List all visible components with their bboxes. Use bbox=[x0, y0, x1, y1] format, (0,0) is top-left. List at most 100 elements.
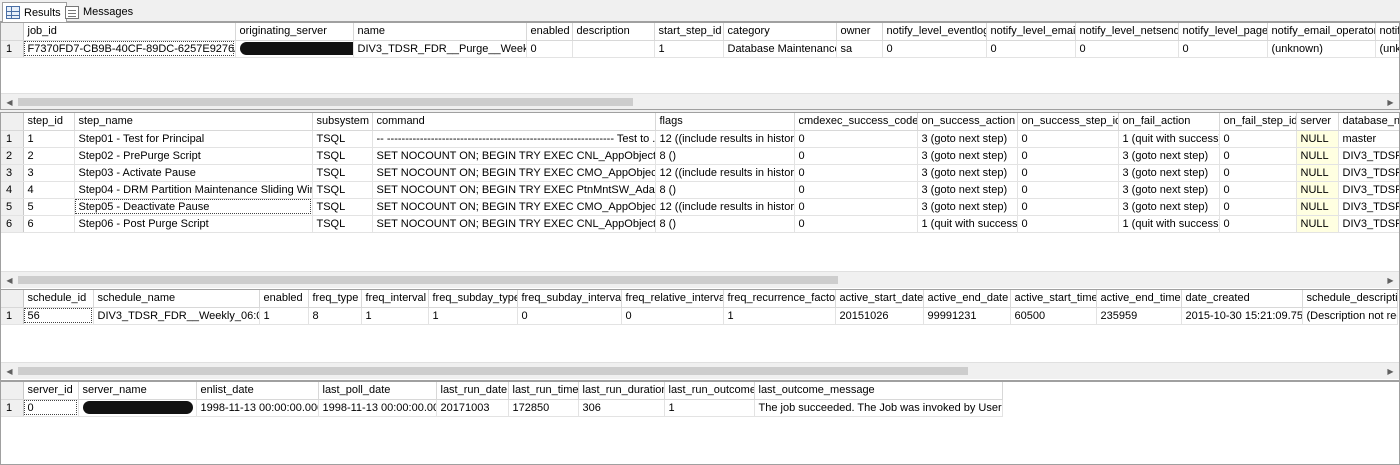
table-cell[interactable]: NULL bbox=[1296, 198, 1339, 216]
table-cell[interactable]: 56 bbox=[23, 307, 94, 325]
table-cell[interactable]: 8 bbox=[308, 307, 362, 325]
table-cell[interactable]: 1 (quit with success) bbox=[917, 215, 1018, 233]
scroll-thumb[interactable] bbox=[18, 367, 968, 375]
table-cell[interactable]: 1 bbox=[723, 307, 836, 325]
table-cell[interactable]: 99991231 bbox=[923, 307, 1011, 325]
column-header[interactable]: enabled bbox=[526, 23, 573, 41]
tab-results[interactable]: Results bbox=[2, 2, 67, 23]
job-steps-grid[interactable]: step_id step_name subsystem command flags cmd… bbox=[0, 112, 1400, 314]
table-row[interactable]: 3 3 Step03 - Activate Pause TSQL SET NOCOUNT… bbox=[1, 164, 1399, 182]
table-cell[interactable]: (unknown) bbox=[1267, 40, 1376, 58]
grid-corner[interactable] bbox=[1, 113, 24, 131]
table-cell[interactable]: F7370FD7-CB9B-40CF-89DC-6257E9276A8C bbox=[23, 40, 236, 58]
column-header[interactable]: last_poll_date bbox=[318, 382, 437, 400]
table-cell[interactable]: TSQL bbox=[312, 198, 373, 216]
table-cell[interactable]: SET NOCOUNT ON; BEGIN TRY EXEC CNL_AppOb… bbox=[372, 215, 656, 233]
table-cell[interactable]: 0 bbox=[1219, 130, 1297, 148]
table-cell[interactable]: DIV3_TDSR bbox=[1338, 164, 1399, 182]
column-header[interactable]: schedule_id bbox=[23, 290, 94, 308]
column-header[interactable]: freq_relative_interval bbox=[621, 290, 724, 308]
table-cell[interactable]: Step06 - Post Purge Script bbox=[74, 215, 313, 233]
table-cell[interactable]: 0 bbox=[794, 215, 918, 233]
table-row[interactable]: 2 2 Step02 - PrePurge Script TSQL SET NOCOUN… bbox=[1, 147, 1399, 165]
table-cell[interactable]: 235959 bbox=[1096, 307, 1182, 325]
column-header[interactable]: notify_email_operator bbox=[1267, 23, 1376, 41]
grid-corner[interactable] bbox=[1, 23, 24, 41]
table-cell[interactable]: 3 (goto next step) bbox=[1118, 164, 1220, 182]
table-cell[interactable]: 1 bbox=[361, 307, 429, 325]
table-cell[interactable]: 0 bbox=[621, 307, 724, 325]
column-header[interactable]: freq_interval bbox=[361, 290, 429, 308]
schedule-grid-horizontal-scrollbar[interactable]: ◀ ▶ bbox=[1, 362, 1399, 379]
table-cell[interactable]: TSQL bbox=[312, 215, 373, 233]
table-cell[interactable]: NULL bbox=[1296, 215, 1339, 233]
table-row[interactable]: 1 F7370FD7-CB9B-40CF-89DC-6257E9276A8C DIV… bbox=[1, 40, 1399, 58]
column-header[interactable]: notify_level_netsend bbox=[1075, 23, 1179, 41]
table-cell[interactable]: 1998-11-13 00:00:00.000 bbox=[196, 399, 319, 417]
table-cell[interactable]: -- -------------------------------------… bbox=[372, 130, 656, 148]
column-header[interactable]: schedule_name bbox=[93, 290, 260, 308]
tab-messages[interactable]: Messages bbox=[62, 2, 138, 22]
table-row[interactable]: 1 56 DIV3_TDSR_FDR__Weekly_06:05 1 8 1 1 0 0 1 201… bbox=[1, 307, 1398, 325]
column-header[interactable]: active_start_date bbox=[835, 290, 924, 308]
column-header[interactable]: cmdexec_success_code bbox=[794, 113, 918, 131]
column-header[interactable]: last_outcome_message bbox=[754, 382, 1003, 400]
column-header[interactable]: flags bbox=[655, 113, 795, 131]
row-number[interactable]: 2 bbox=[1, 147, 24, 165]
table-cell[interactable]: 2015-10-30 15:21:09.750 bbox=[1181, 307, 1303, 325]
table-cell[interactable]: NULL bbox=[1296, 181, 1339, 199]
column-header[interactable]: active_end_time bbox=[1096, 290, 1182, 308]
table-cell[interactable]: DIV3_TDSR bbox=[1338, 181, 1399, 199]
table-cell[interactable]: 3 (goto next step) bbox=[917, 130, 1018, 148]
table-cell[interactable]: 1 (quit with success) bbox=[1118, 130, 1220, 148]
table-cell[interactable]: Step02 - PrePurge Script bbox=[74, 147, 313, 165]
redacted-cell[interactable] bbox=[235, 40, 354, 58]
job-grid-horizontal-scrollbar[interactable]: ◀ ▶ bbox=[1, 93, 1399, 109]
column-header[interactable]: server_id bbox=[23, 382, 79, 400]
column-header[interactable]: description bbox=[572, 23, 655, 41]
table-cell[interactable]: master bbox=[1338, 130, 1399, 148]
table-cell[interactable]: 12 ((include results in history)) bbox=[655, 198, 795, 216]
column-header[interactable]: freq_type bbox=[308, 290, 362, 308]
table-cell[interactable]: TSQL bbox=[312, 181, 373, 199]
table-cell[interactable]: 0 bbox=[23, 399, 79, 417]
column-header[interactable]: command bbox=[372, 113, 656, 131]
table-cell[interactable]: 0 bbox=[1219, 164, 1297, 182]
column-header[interactable]: on_fail_step_id bbox=[1219, 113, 1297, 131]
job-results-grid[interactable]: job_id originating_server name enabled descr… bbox=[0, 22, 1400, 110]
table-row[interactable]: 5 5 Step05 - Deactivate Pause TSQL SET NOCOU… bbox=[1, 198, 1399, 216]
table-cell[interactable]: 0 bbox=[794, 130, 918, 148]
table-cell[interactable]: 0 bbox=[1017, 181, 1119, 199]
table-cell[interactable]: 1 bbox=[23, 130, 75, 148]
table-cell[interactable]: 0 bbox=[1075, 40, 1179, 58]
table-cell[interactable]: 0 bbox=[1017, 130, 1119, 148]
table-row[interactable]: 1 0 1998-11-13 00:00:00.000 1998-11-13 00:0… bbox=[1, 399, 1003, 417]
column-header[interactable]: last_run_date bbox=[436, 382, 509, 400]
table-cell[interactable]: 0 bbox=[794, 164, 918, 182]
table-cell[interactable]: 0 bbox=[1017, 147, 1119, 165]
column-header[interactable]: notify_level_page bbox=[1178, 23, 1268, 41]
table-cell[interactable]: 0 bbox=[1017, 164, 1119, 182]
column-header[interactable]: owner bbox=[836, 23, 883, 41]
table-cell[interactable]: 3 bbox=[23, 164, 75, 182]
column-header[interactable]: on_success_step_id bbox=[1017, 113, 1119, 131]
job-server-grid[interactable]: server_id server_name enlist_date last_poll… bbox=[0, 381, 1400, 465]
column-header[interactable]: on_fail_action bbox=[1118, 113, 1220, 131]
table-cell[interactable]: 0 bbox=[794, 181, 918, 199]
column-header[interactable]: enabled bbox=[259, 290, 309, 308]
column-header[interactable]: enlist_date bbox=[196, 382, 319, 400]
table-cell[interactable]: 4 bbox=[23, 181, 75, 199]
column-header[interactable]: last_run_time bbox=[508, 382, 579, 400]
column-header[interactable]: server bbox=[1296, 113, 1339, 131]
table-cell[interactable]: NULL bbox=[1296, 164, 1339, 182]
row-number[interactable]: 4 bbox=[1, 181, 24, 199]
table-cell[interactable]: 0 bbox=[1219, 181, 1297, 199]
table-cell[interactable]: 20171003 bbox=[436, 399, 509, 417]
table-cell[interactable]: Step01 - Test for Principal bbox=[74, 130, 313, 148]
table-cell[interactable]: TSQL bbox=[312, 164, 373, 182]
table-cell[interactable]: (unknown bbox=[1375, 40, 1399, 58]
row-number[interactable]: 6 bbox=[1, 215, 24, 233]
table-cell[interactable]: 0 bbox=[1219, 147, 1297, 165]
table-cell[interactable]: 3 (goto next step) bbox=[917, 198, 1018, 216]
table-cell[interactable]: Step04 - DRM Partition Maintenance Slidi… bbox=[74, 181, 313, 199]
